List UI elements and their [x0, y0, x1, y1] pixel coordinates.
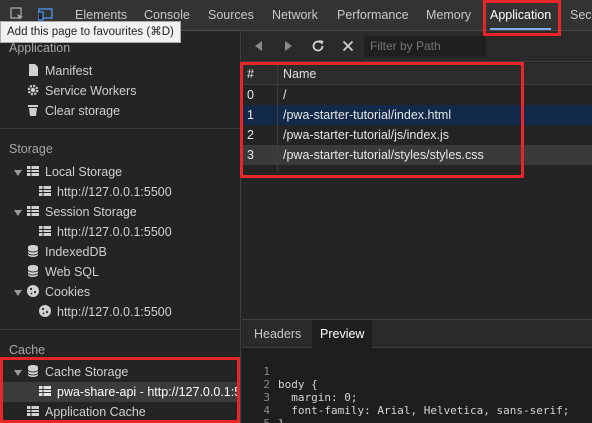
row-name: /pwa-starter-tutorial/js/index.js — [283, 128, 450, 142]
sidebar-divider — [0, 128, 240, 129]
section-title-cache: Cache — [9, 343, 46, 357]
previous-page-icon[interactable] — [252, 39, 266, 53]
row-index: 3 — [247, 148, 254, 162]
code-line: 4 } — [242, 391, 284, 423]
sidebar-item-label: pwa-share-api - http://127.0.0.1:5500 — [57, 385, 241, 399]
row-name: /pwa-starter-tutorial/styles/styles.css — [283, 148, 484, 162]
table-row[interactable]: 2 /pwa-starter-tutorial/js/index.js — [242, 125, 592, 145]
sidebar-item-label: Cache Storage — [45, 365, 129, 379]
sidebar-item-label: Local Storage — [45, 165, 123, 179]
sidebar-item-session-storage-origin[interactable]: http://127.0.0.1:5500 — [38, 222, 172, 242]
database-icon — [27, 265, 39, 277]
sidebar-item-label: http://127.0.0.1:5500 — [57, 225, 172, 239]
sidebar-item-cache-storage[interactable]: Cache Storage — [26, 362, 128, 382]
sidebar-item-label: Session Storage — [45, 205, 137, 219]
sidebar-item-application-cache[interactable]: Application Cache — [26, 402, 146, 422]
sidebar-item-cookies-origin[interactable]: http://127.0.0.1:5500 — [38, 302, 172, 322]
grid-icon — [27, 206, 39, 216]
code-line: 3 font-family: Arial, Helvetica, sans-se… — [242, 378, 569, 417]
expand-arrow-icon[interactable] — [14, 210, 22, 216]
code-text: font-family: Arial, Helvetica, sans-seri… — [278, 404, 570, 417]
cache-storage-panel: # Name 0 / 1 /pwa-starter-tutorial/index… — [242, 31, 592, 423]
code-text: body { — [278, 378, 318, 391]
expand-arrow-icon[interactable] — [14, 370, 22, 376]
row-index: 0 — [247, 88, 254, 102]
table-row[interactable]: 3 /pwa-starter-tutorial/styles/styles.cs… — [242, 145, 592, 165]
column-header-name[interactable]: Name — [283, 63, 316, 85]
tab-preview[interactable]: Preview — [312, 320, 373, 348]
sidebar-item-cache-entry[interactable]: pwa-share-api - http://127.0.0.1:5500 — [38, 382, 241, 402]
document-icon — [29, 64, 38, 76]
row-name: /pwa-starter-tutorial/index.html — [283, 108, 452, 122]
entry-detail-tabs: Headers Preview — [242, 319, 592, 348]
table-row[interactable]: 0 / — [242, 85, 592, 105]
database-icon — [27, 365, 39, 377]
sidebar-item-label: Application Cache — [45, 405, 146, 419]
sidebar-item-manifest[interactable]: Manifest — [26, 61, 92, 81]
sidebar-item-label: Web SQL — [45, 265, 99, 279]
tab-security[interactable]: Sec — [570, 0, 592, 30]
code-preview: 1 body { 2 margin: 0; 3 font-family: Ari… — [242, 348, 592, 423]
delete-selected-icon[interactable] — [341, 39, 355, 53]
trash-icon — [28, 105, 38, 116]
cache-table-header: # Name — [242, 63, 592, 85]
expand-arrow-icon[interactable] — [14, 170, 22, 176]
sidebar-item-label: Manifest — [45, 64, 93, 78]
cookie-icon — [27, 285, 39, 297]
grid-icon — [27, 406, 39, 416]
sidebar-item-label: Clear storage — [45, 104, 121, 118]
sidebar-item-clear-storage[interactable]: Clear storage — [26, 101, 120, 121]
grid-icon — [39, 226, 51, 236]
inspect-element-icon[interactable] — [10, 7, 24, 21]
code-line: 5 — [242, 404, 282, 423]
tab-application[interactable]: Application — [490, 0, 552, 30]
refresh-icon[interactable] — [311, 39, 325, 53]
tab-headers[interactable]: Headers — [246, 320, 309, 348]
sidebar-item-local-storage-origin[interactable]: http://127.0.0.1:5500 — [38, 182, 172, 202]
tab-network[interactable]: Network — [272, 0, 318, 30]
grid-icon — [39, 186, 51, 196]
section-title-storage: Storage — [9, 142, 53, 156]
table-row[interactable]: 1 /pwa-starter-tutorial/index.html — [242, 105, 592, 125]
application-sidebar: Application Manifest Service Workers Cle… — [0, 31, 241, 423]
sidebar-divider — [0, 329, 240, 330]
next-page-icon[interactable] — [281, 39, 295, 53]
sidebar-item-session-storage[interactable]: Session Storage — [26, 202, 137, 222]
database-icon — [27, 245, 39, 257]
sidebar-item-label: Service Workers — [45, 84, 137, 98]
sidebar-item-label: http://127.0.0.1:5500 — [57, 185, 172, 199]
column-separator[interactable] — [277, 63, 278, 171]
line-number: 5 — [242, 417, 270, 423]
row-index: 2 — [247, 128, 254, 142]
row-index: 1 — [247, 108, 254, 122]
section-title-application: Application — [9, 41, 71, 55]
sidebar-item-label: http://127.0.0.1:5500 — [57, 305, 172, 319]
code-text: margin: 0; — [278, 391, 358, 404]
sidebar-item-label: IndexedDB — [45, 245, 107, 259]
row-name: / — [283, 88, 287, 102]
expand-arrow-icon[interactable] — [14, 290, 22, 296]
sidebar-item-cookies[interactable]: Cookies — [26, 282, 90, 302]
grid-icon — [27, 166, 39, 176]
favourites-tooltip: Add this page to favourites (⌘D) — [0, 21, 181, 43]
column-header-index[interactable]: # — [247, 63, 254, 85]
sidebar-item-local-storage[interactable]: Local Storage — [26, 162, 122, 182]
sidebar-item-indexeddb[interactable]: IndexedDB — [26, 242, 107, 262]
filter-by-path-input[interactable] — [364, 36, 486, 57]
tab-memory[interactable]: Memory — [426, 0, 471, 30]
gear-icon — [27, 84, 39, 96]
code-line: 1 body { — [242, 352, 317, 391]
tab-performance[interactable]: Performance — [337, 0, 409, 30]
sidebar-item-label: Cookies — [45, 285, 91, 299]
grid-icon — [39, 386, 51, 396]
sidebar-item-service-workers[interactable]: Service Workers — [26, 81, 136, 101]
device-toolbar-icon[interactable] — [38, 8, 54, 21]
cache-toolbar — [242, 31, 592, 62]
sidebar-item-websql[interactable]: Web SQL — [26, 262, 99, 282]
tab-sources[interactable]: Sources — [208, 0, 254, 30]
code-line: 2 margin: 0; — [242, 365, 357, 404]
cookie-icon — [39, 305, 51, 317]
